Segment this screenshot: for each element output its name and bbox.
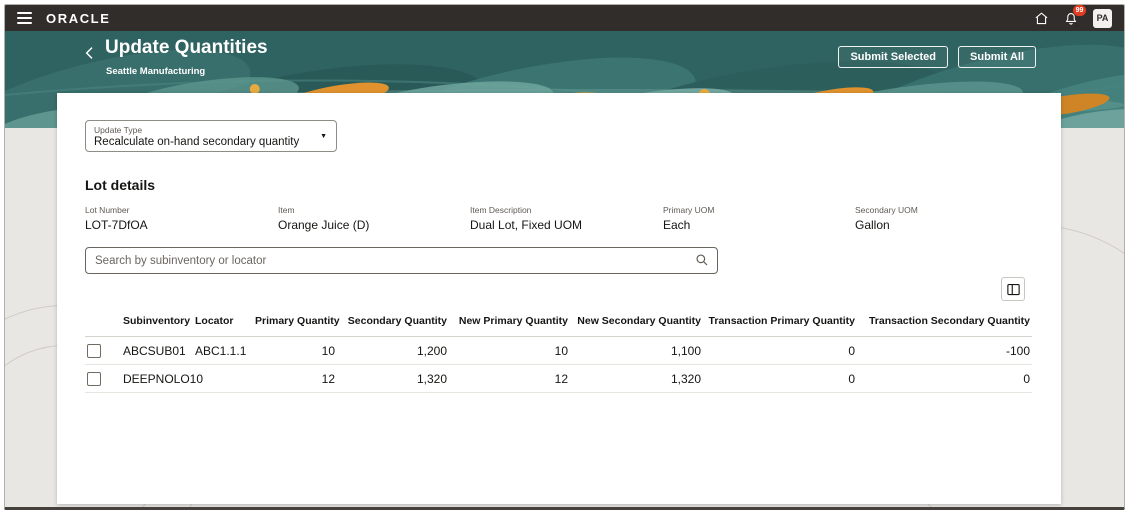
new-primary-quantity-cell: 10 <box>449 336 570 365</box>
update-type-select[interactable]: Update Type Recalculate on-hand secondar… <box>85 120 337 152</box>
section-title: Lot details <box>85 177 156 193</box>
row-checkbox[interactable] <box>87 371 101 386</box>
new-secondary-quantity-cell: 1,100 <box>570 336 703 365</box>
primary-quantity-cell: 12 <box>253 364 337 393</box>
field-secondary-uom: Secondary UOM Gallon <box>855 205 918 232</box>
content-card: Update Type Recalculate on-hand secondar… <box>57 93 1061 504</box>
chevron-down-icon: ▼ <box>320 133 327 140</box>
field-item-description: Item Description Dual Lot, Fixed UOM <box>470 205 583 232</box>
page-subtitle: Seattle Manufacturing <box>106 66 206 77</box>
checkbox-column-header <box>85 309 119 337</box>
col-header-primary-quantity: Primary Quantity <box>253 309 340 337</box>
table-columns-icon <box>1006 283 1020 295</box>
table-header-row: Subinventory Locator Primary Quantity Se… <box>85 309 1032 337</box>
search-icon <box>696 254 708 266</box>
submit-selected-button[interactable]: Submit Selected <box>838 46 949 68</box>
row-checkbox[interactable] <box>87 343 101 358</box>
col-header-secondary-quantity: Secondary Quantity <box>337 309 449 337</box>
checkbox-cell <box>85 364 119 393</box>
checkbox-cell <box>85 336 119 365</box>
col-header-locator: Locator <box>191 309 253 337</box>
secondary-quantity-cell: 1,200 <box>337 336 449 365</box>
update-type-value: Recalculate on-hand secondary quantity <box>94 136 300 148</box>
subinventory-cell: ABCSUB01 <box>119 336 191 365</box>
global-header: ORACLE 99 PA <box>5 5 1124 31</box>
menu-icon[interactable] <box>17 12 32 24</box>
transaction-secondary-quantity-cell: -100 <box>857 336 1032 365</box>
new-primary-quantity-cell: 12 <box>449 364 570 393</box>
app-window: ORACLE 99 PA Update Quantities Seattle M… <box>4 4 1125 510</box>
transaction-primary-quantity-cell: 0 <box>703 336 857 365</box>
page-title: Update Quantities <box>105 37 268 58</box>
field-lot-number: Lot Number LOT-7DfOA <box>85 205 148 232</box>
subinventory-cell: DEEPNOLO10 <box>119 364 203 393</box>
new-secondary-quantity-cell: 1,320 <box>570 364 703 393</box>
col-header-transaction-primary-quantity: Transaction Primary Quantity <box>703 309 857 337</box>
quantities-table: Subinventory Locator Primary Quantity Se… <box>85 309 1032 393</box>
table-row: ABCSUB01 ABC1.1.1 10 1,200 10 1,100 0 -1… <box>85 336 1032 365</box>
table-row: DEEPNOLO10 12 1,320 12 1,320 0 0 <box>85 364 1032 393</box>
notifications-button[interactable]: 99 <box>1064 5 1086 26</box>
search-box <box>85 247 718 274</box>
field-primary-uom: Primary UOM Each <box>663 205 715 232</box>
home-icon <box>1035 11 1048 24</box>
update-type-label: Update Type <box>94 125 143 135</box>
home-button[interactable] <box>1034 11 1049 26</box>
chevron-left-icon <box>85 46 93 59</box>
notification-badge: 99 <box>1073 5 1086 16</box>
oracle-logo: ORACLE <box>46 10 111 26</box>
transaction-primary-quantity-cell: 0 <box>703 364 857 393</box>
submit-all-button[interactable]: Submit All <box>958 46 1036 68</box>
secondary-quantity-cell: 1,320 <box>337 364 449 393</box>
search-input[interactable] <box>85 247 718 274</box>
avatar[interactable]: PA <box>1093 8 1112 28</box>
back-button[interactable] <box>79 43 101 65</box>
locator-cell: ABC1.1.1 <box>191 336 253 365</box>
col-header-subinventory: Subinventory <box>119 309 191 337</box>
field-item: Item Orange Juice (D) <box>278 205 370 232</box>
manage-columns-button[interactable] <box>1001 277 1025 301</box>
col-header-new-secondary-quantity: New Secondary Quantity <box>570 309 703 337</box>
col-header-transaction-secondary-quantity: Transaction Secondary Quantity <box>857 309 1032 337</box>
transaction-secondary-quantity-cell: 0 <box>857 364 1032 393</box>
primary-quantity-cell: 10 <box>253 336 337 365</box>
col-header-new-primary-quantity: New Primary Quantity <box>449 309 570 337</box>
